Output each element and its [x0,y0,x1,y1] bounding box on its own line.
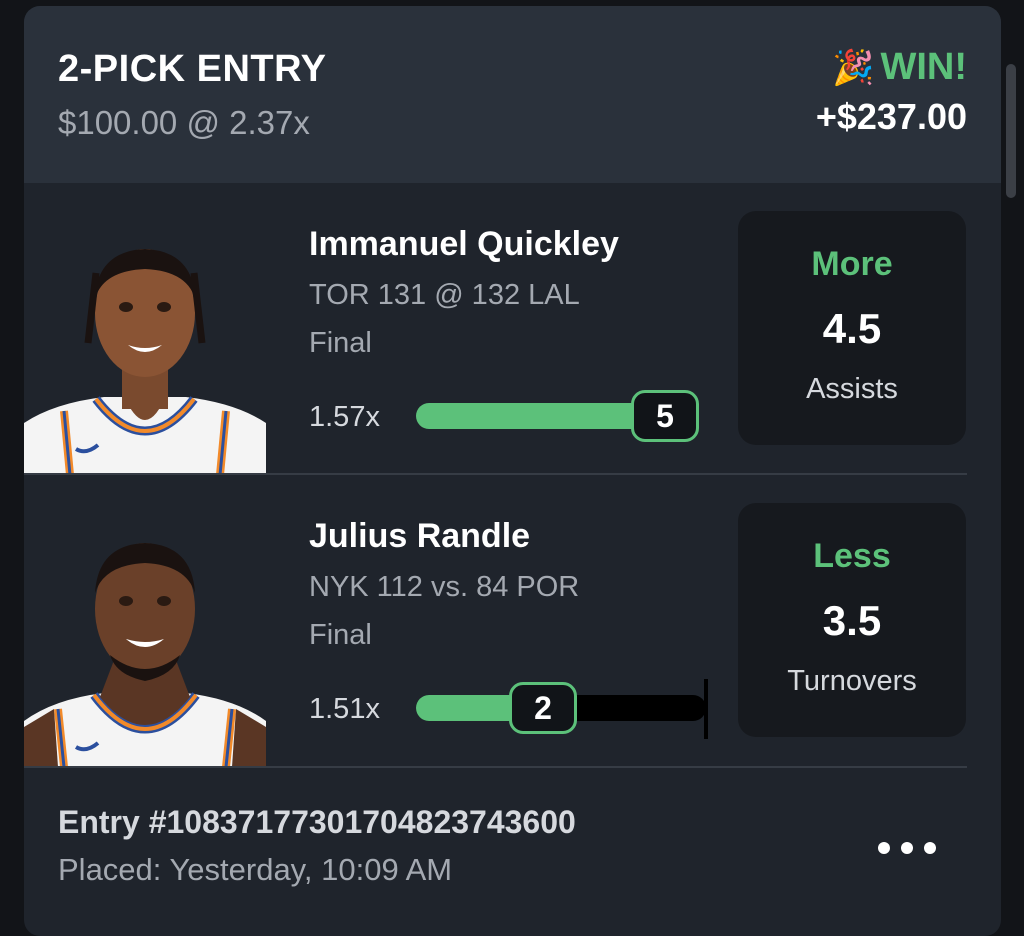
entry-id: Entry #1083717730170482374360​0 [58,804,576,840]
payout-amount: +$237.00 [815,96,967,137]
line-marker [704,679,708,739]
actual-stat-value: 5 [631,390,699,442]
placed-time: Placed: Yesterday, 10:09 AM [58,852,453,887]
player-avatar [24,543,266,767]
entry-header: 2-PICK ENTRY $100.00 @ 2.37x 🎉 WIN! +$23… [24,6,1001,183]
stat-type: Assists [806,373,898,405]
stat-type: Turnovers [787,665,917,697]
pick-multiplier: 1.51x [309,693,380,725]
game-score: NYK 112 vs. 84 POR [309,571,580,603]
player-name: Immanuel Quickley [309,225,619,263]
actual-stat-value: 2 [509,682,577,734]
entry-card: 2-PICK ENTRY $100.00 @ 2.37x 🎉 WIN! +$23… [24,6,1001,936]
result-label: WIN! [880,46,967,88]
pick-direction: Less [813,537,891,575]
game-status: Final [309,619,372,651]
line-box: More 4.5 Assists [738,211,966,445]
entry-title: 2-PICK ENTRY [58,48,327,90]
stat-line: 4.5 [822,305,882,352]
more-options-button[interactable] [878,842,936,854]
game-score: TOR 131 @ 132 LAL [309,279,580,311]
player-name: Julius Randle [309,517,531,555]
player-avatar [24,249,266,475]
pick-direction: More [811,245,893,283]
more-dots-icon [901,842,913,854]
pick-row[interactable]: Immanuel Quickley TOR 131 @ 132 LAL Fina… [24,183,1001,475]
scrollbar[interactable] [1006,64,1016,198]
line-box: Less 3.5 Turnovers [738,503,966,737]
pick-row[interactable]: Julius Randle NYK 112 vs. 84 POR Final 1… [24,475,1001,768]
entry-stake: $100.00 @ 2.37x [58,104,310,141]
result-row: 🎉 WIN! [832,46,967,89]
divider [24,766,967,768]
game-status: Final [309,327,372,359]
more-dots-icon [878,842,890,854]
pick-multiplier: 1.57x [309,401,380,433]
stat-line: 3.5 [822,597,882,644]
more-dots-icon [924,842,936,854]
party-popper-icon: 🎉 [832,48,875,87]
